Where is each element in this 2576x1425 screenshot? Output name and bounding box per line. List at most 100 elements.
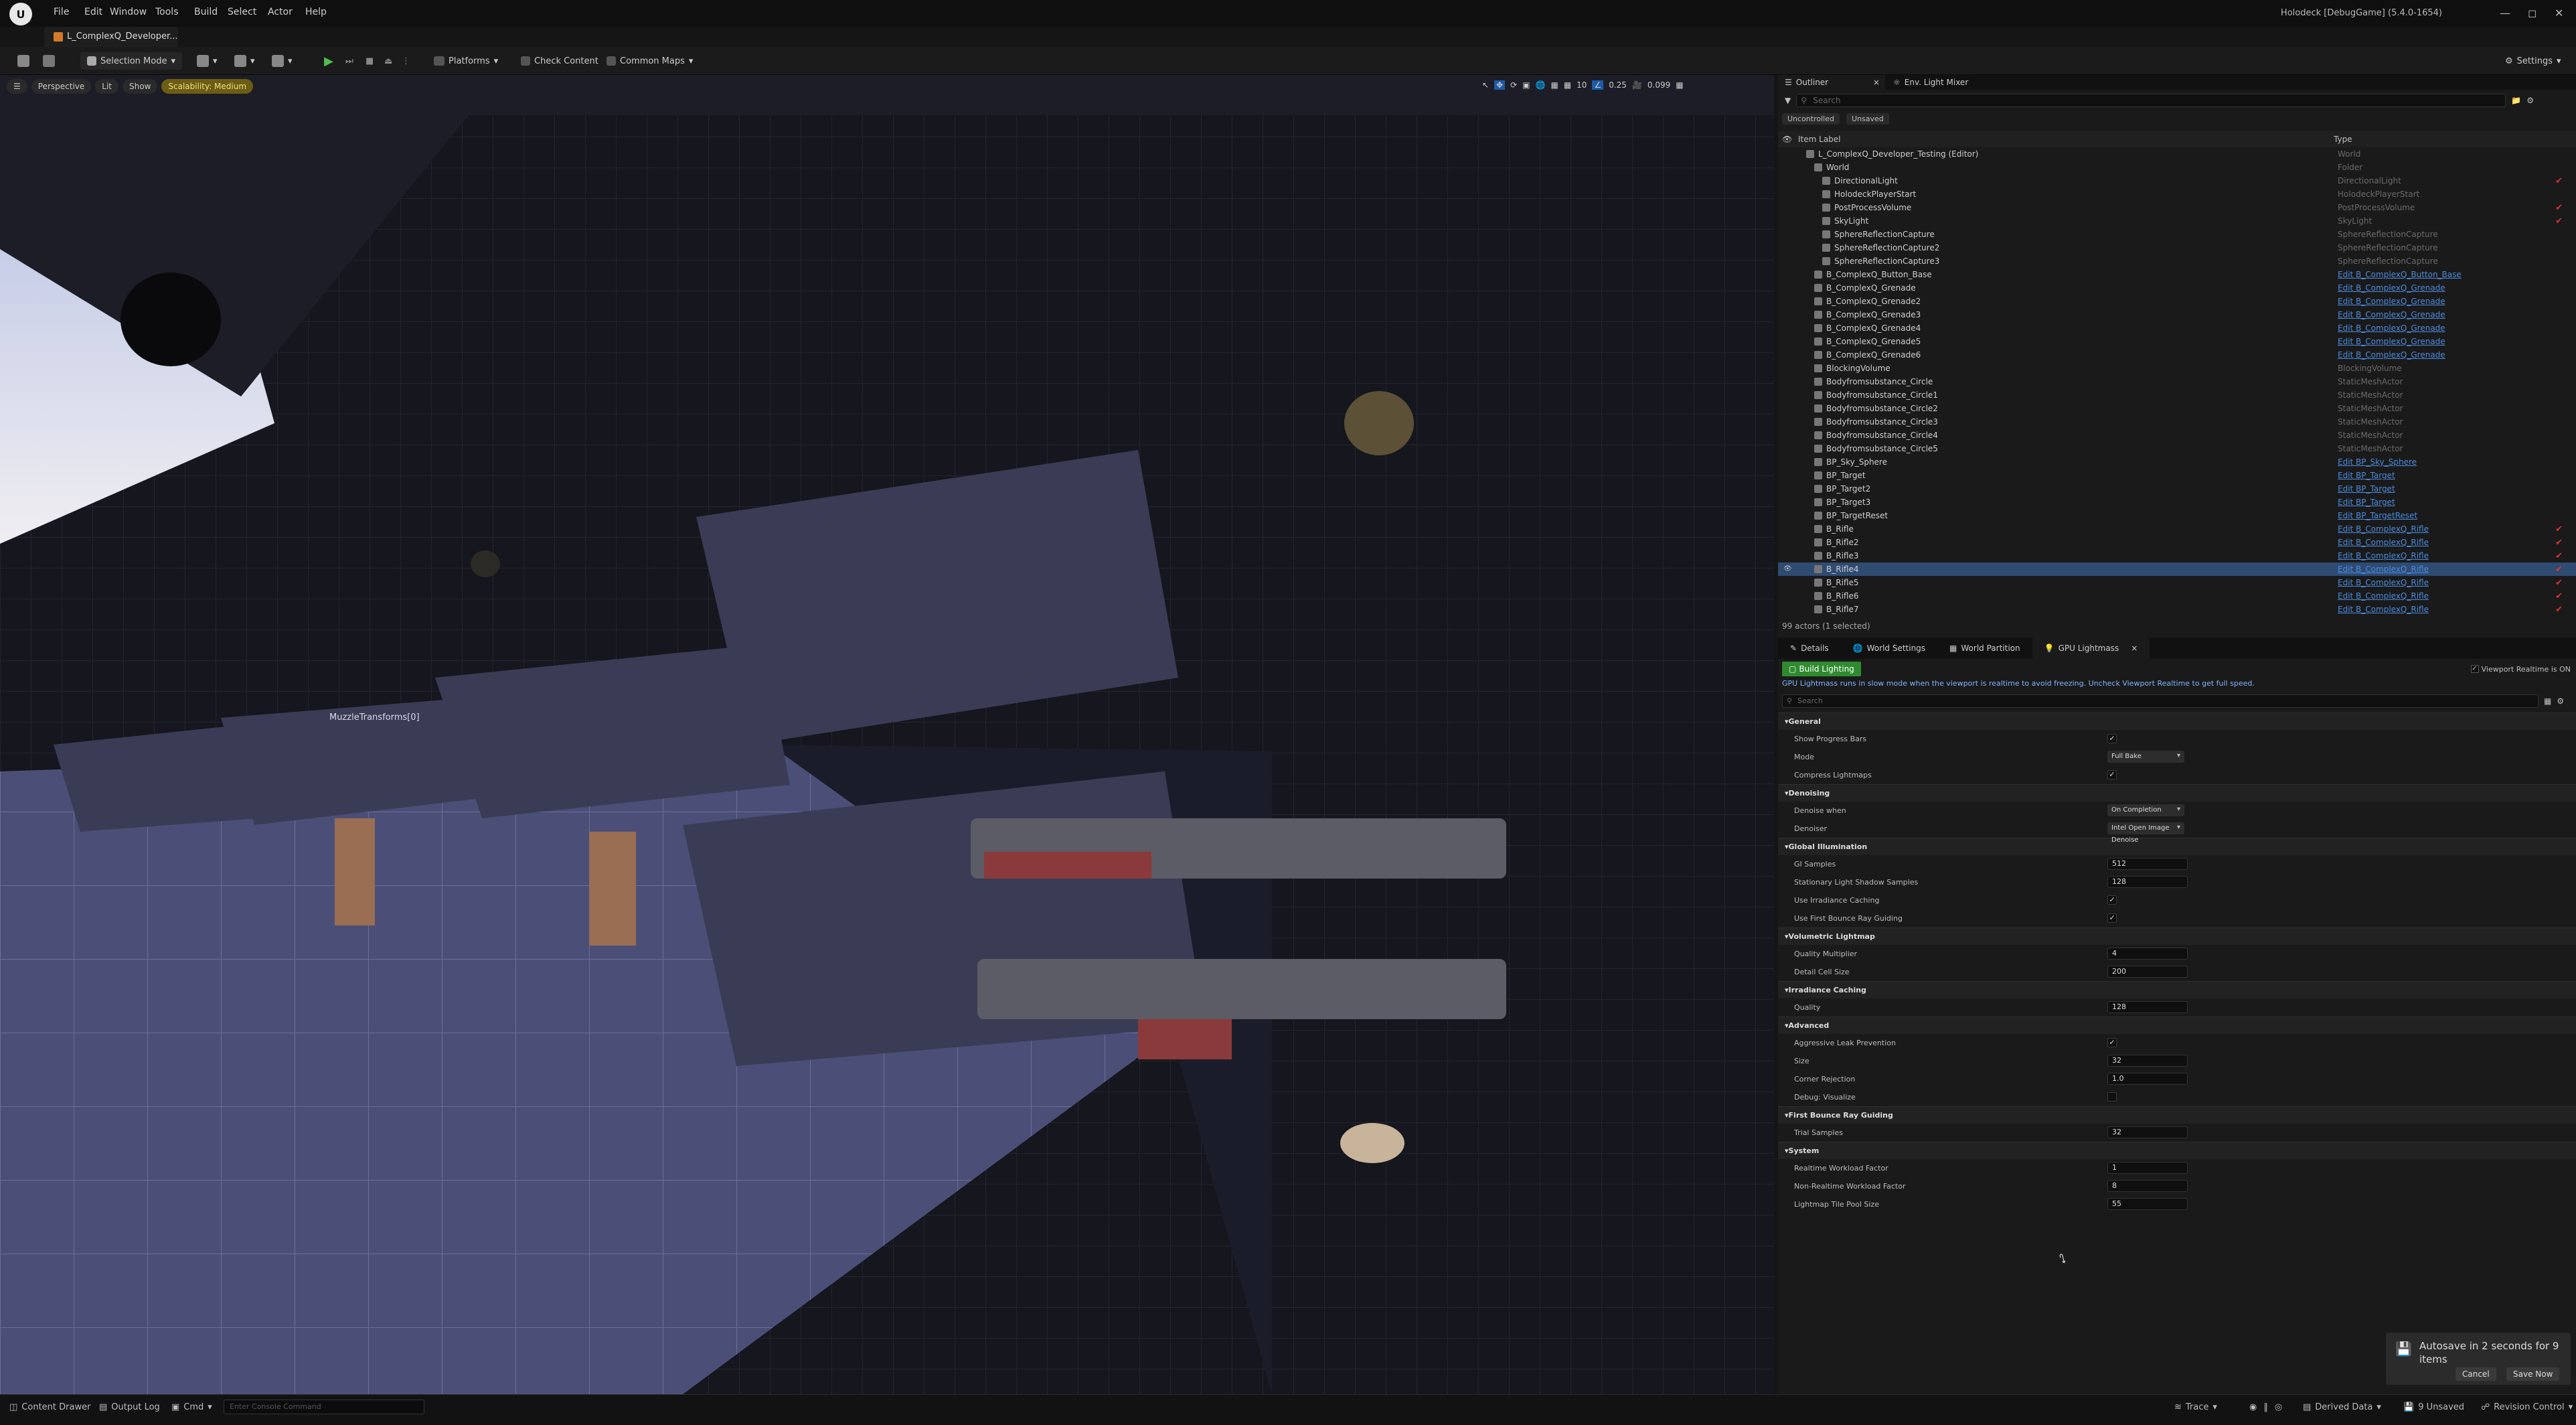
cinematics-icon[interactable]: ▾ [272, 52, 293, 70]
property-number-input[interactable]: 55 [2107, 1198, 2188, 1210]
outliner-row-type[interactable]: Edit BP_Target [2338, 498, 2395, 507]
visibility-toggle-icon[interactable] [1783, 257, 1791, 265]
visibility-toggle-icon[interactable] [1783, 364, 1791, 372]
details-settings-icon[interactable]: ⚙ [2557, 696, 2564, 706]
visibility-toggle-icon[interactable] [1783, 311, 1791, 319]
cmd-button[interactable]: ▣ Cmd ▾ [171, 1402, 212, 1412]
play-options-icon[interactable]: ⋮ [402, 52, 410, 70]
outliner-row[interactable]: SphereReflectionCapture2 SphereReflection… [1778, 241, 2576, 254]
details-category[interactable]: ▾ System [1778, 1142, 2576, 1159]
visibility-toggle-icon[interactable]: 👁 [1783, 565, 1792, 573]
property-checkbox[interactable] [2107, 1092, 2117, 1102]
details-category[interactable]: ▾ First Bounce Ray Guiding [1778, 1106, 2576, 1124]
outliner-row[interactable]: Bodyfromsubstance_Circle5 StaticMeshActor [1778, 442, 2576, 455]
details-category[interactable]: ▾ General [1778, 712, 2576, 730]
viewport-options-icon[interactable]: ☰ [7, 79, 27, 94]
add-actor-icon[interactable]: ▾ [197, 52, 218, 70]
outliner-row[interactable]: PostProcessVolume PostProcessVolume ✔ [1778, 201, 2576, 214]
visibility-toggle-icon[interactable] [1783, 391, 1791, 399]
camera-speed-value[interactable]: 0.099 [1647, 80, 1670, 90]
output-log-button[interactable]: ▤ Output Log [99, 1402, 160, 1412]
step-icon[interactable]: ⏭ [345, 52, 353, 70]
property-number-input[interactable]: 32 [2107, 1126, 2188, 1138]
unreal-logo-icon[interactable]: U [9, 3, 32, 25]
surface-snap-icon[interactable]: ▦ [1550, 80, 1558, 90]
visibility-toggle-icon[interactable] [1783, 431, 1791, 439]
revision-control-button[interactable]: ☍ Revision Control ▾ [2481, 1402, 2573, 1412]
grid-snap-icon[interactable]: ▦ [1564, 80, 1571, 90]
tab-world-partition[interactable]: ▦ World Partition [1937, 644, 2032, 653]
visibility-toggle-icon[interactable] [1783, 177, 1791, 185]
menu-help[interactable]: Help [305, 7, 327, 17]
outliner-row-type[interactable]: Edit B_ComplexQ_Grenade [2338, 310, 2445, 319]
rotate-tool-icon[interactable]: ⟳ [1510, 80, 1517, 90]
stop-icon[interactable]: ■ [366, 52, 374, 70]
visibility-toggle-icon[interactable] [1783, 418, 1791, 426]
outliner-row[interactable]: B_ComplexQ_Grenade Edit B_ComplexQ_Grenad… [1778, 281, 2576, 295]
outliner-row[interactable]: B_ComplexQ_Grenade4 Edit B_ComplexQ_Grena… [1778, 321, 2576, 335]
visibility-column-icon[interactable]: 👁 [1782, 135, 1792, 144]
outliner-row[interactable]: B_Rifle3 Edit B_ComplexQ_Rifle ✔ [1778, 549, 2576, 562]
menu-build[interactable]: Build [194, 7, 218, 17]
outliner-row[interactable]: HolodeckPlayerStart HolodeckPlayerStart [1778, 188, 2576, 201]
content-drawer-button[interactable]: ◫ Content Drawer [9, 1402, 90, 1412]
col-item-label[interactable]: Item Label [1798, 135, 1841, 144]
perspective-button[interactable]: Perspective [31, 79, 92, 94]
details-category[interactable]: ▾ Global Illumination [1778, 838, 2576, 855]
details-category[interactable]: ▾ Irradiance Caching [1778, 981, 2576, 998]
outliner-row[interactable]: Bodyfromsubstance_Circle3 StaticMeshActor [1778, 415, 2576, 429]
close-tab-icon[interactable]: × [1873, 78, 1880, 87]
selection-mode-button[interactable]: Selection Mode ▾ [80, 52, 182, 70]
outliner-row[interactable]: BP_Target2 Edit BP_Target [1778, 482, 2576, 496]
visibility-toggle-icon[interactable] [1783, 284, 1791, 292]
outliner-row[interactable]: B_ComplexQ_Grenade3 Edit B_ComplexQ_Grena… [1778, 308, 2576, 321]
outliner-row[interactable]: Bodyfromsubstance_Circle1 StaticMeshActor [1778, 388, 2576, 402]
tab-gpu-lightmass[interactable]: 💡 GPU Lightmass × [2032, 638, 2150, 659]
visibility-toggle-icon[interactable] [1783, 338, 1791, 346]
property-number-input[interactable]: 32 [2107, 1055, 2188, 1067]
outliner-row-type[interactable]: Edit B_ComplexQ_Rifle [2338, 551, 2429, 560]
outliner-settings-icon[interactable]: ⚙ [2526, 96, 2534, 105]
visibility-toggle-icon[interactable] [1783, 538, 1791, 546]
minimize-icon[interactable]: — [2500, 7, 2510, 19]
blueprint-icon[interactable]: ▾ [234, 52, 255, 70]
tab-details[interactable]: ✎ Details [1778, 644, 1841, 653]
visibility-toggle-icon[interactable] [1783, 458, 1791, 466]
property-dropdown[interactable]: Intel Open Image Denoise [2107, 822, 2184, 844]
outliner-row-type[interactable]: Edit B_ComplexQ_Grenade [2338, 297, 2445, 306]
property-number-input[interactable]: 4 [2107, 948, 2188, 960]
outliner-row-type[interactable]: Edit BP_Sky_Sphere [2338, 457, 2417, 467]
rotation-snap-icon[interactable]: ∠ [1592, 80, 1604, 90]
outliner-row-type[interactable]: Edit B_ComplexQ_Rifle [2338, 605, 2429, 614]
visibility-toggle-icon[interactable] [1783, 512, 1791, 520]
visibility-toggle-icon[interactable] [1783, 324, 1791, 332]
settings-button[interactable]: ⚙ Settings ▾ [2505, 52, 2561, 70]
visibility-toggle-icon[interactable] [1783, 485, 1791, 493]
console-command-input[interactable]: Enter Console Command [224, 1400, 424, 1414]
outliner-row[interactable]: B_Rifle5 Edit B_ComplexQ_Rifle ✔ [1778, 576, 2576, 589]
outliner-row[interactable]: B_ComplexQ_Grenade2 Edit B_ComplexQ_Grena… [1778, 295, 2576, 308]
lit-button[interactable]: Lit [95, 79, 118, 94]
build-lighting-button[interactable]: ▢ Build Lighting [1782, 662, 1861, 676]
menu-tools[interactable]: Tools [155, 7, 179, 17]
property-number-input[interactable]: 1.0 [2107, 1073, 2188, 1085]
project-tab[interactable]: L_ComplexQ_Developer... [44, 27, 178, 47]
outliner-row-type[interactable]: Edit BP_Target [2338, 471, 2395, 480]
col-type[interactable]: Type [2334, 135, 2352, 144]
outliner-row-type[interactable]: Edit B_ComplexQ_Grenade [2338, 323, 2445, 333]
close-icon[interactable]: ✕ [2555, 7, 2563, 19]
details-search-input[interactable]: ⚲ Search [1782, 694, 2539, 708]
outliner-row[interactable]: SphereReflectionCapture3 SphereReflection… [1778, 254, 2576, 268]
menu-edit[interactable]: Edit [84, 7, 102, 17]
table-view-icon[interactable]: ▦ [2544, 696, 2551, 706]
maximize-icon[interactable]: ◻ [2528, 7, 2537, 19]
translate-tool-icon[interactable]: ✥ [1494, 80, 1506, 90]
play-button[interactable]: ▶ [324, 52, 333, 70]
visibility-toggle-icon[interactable] [1783, 150, 1791, 158]
outliner-row[interactable]: Bodyfromsubstance_Circle2 StaticMeshActor [1778, 402, 2576, 415]
visibility-toggle-icon[interactable] [1783, 230, 1791, 238]
outliner-row[interactable]: SkyLight SkyLight ✔ [1778, 214, 2576, 228]
browse-icon[interactable] [43, 52, 55, 70]
derived-data-button[interactable]: ▤ Derived Data ▾ [2303, 1402, 2381, 1412]
property-number-input[interactable]: 128 [2107, 1001, 2188, 1013]
